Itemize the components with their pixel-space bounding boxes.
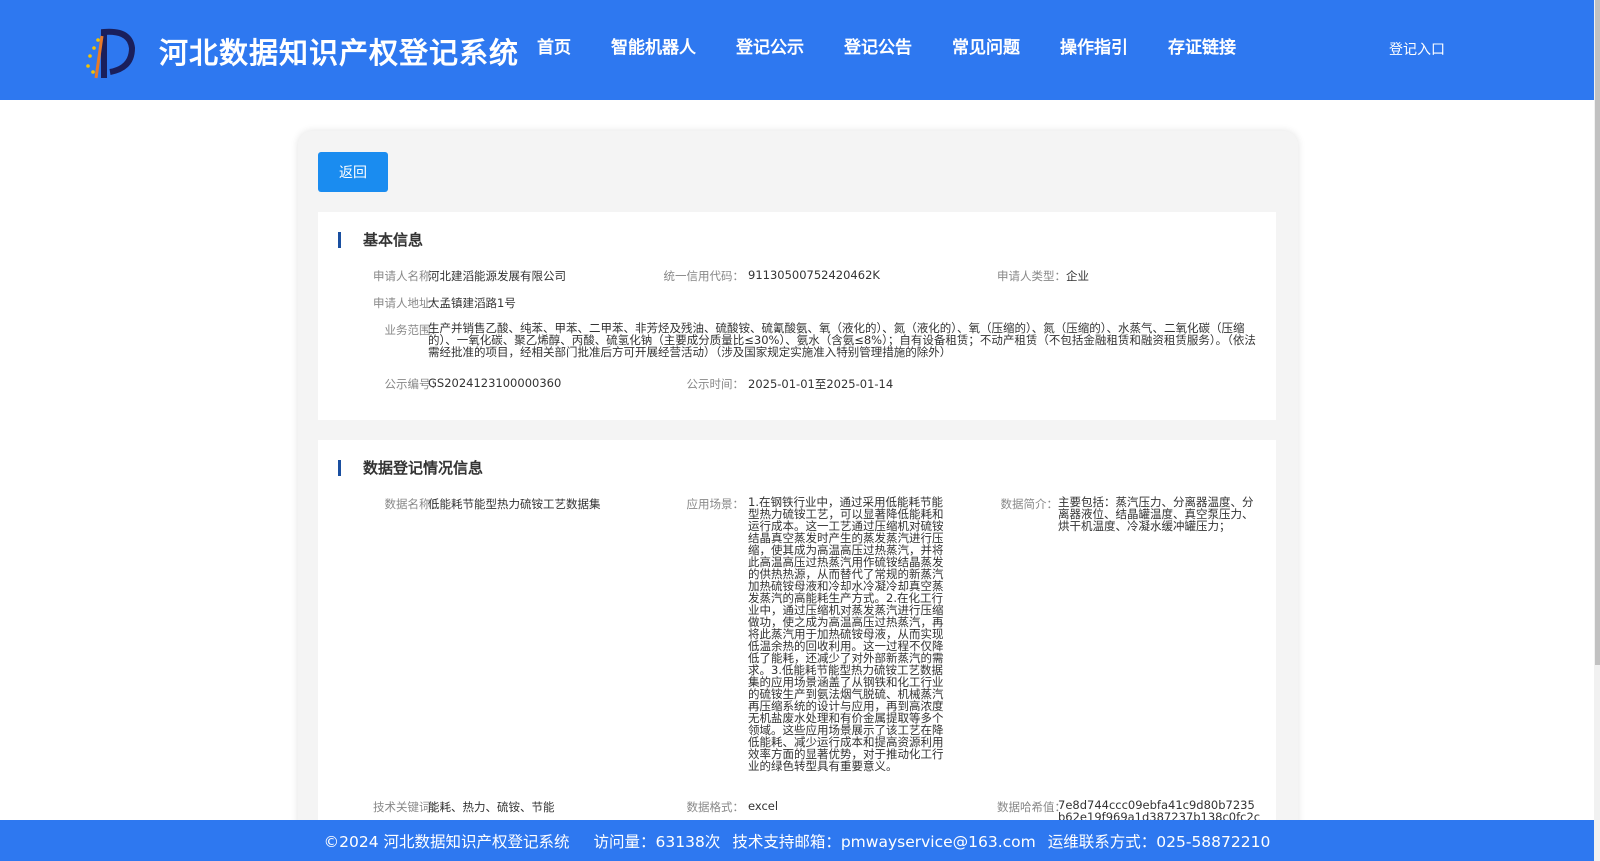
main-nav: 首页 智能机器人 登记公示 登记公告 常见问题 操作指引 存证链接 [537, 36, 1276, 60]
applicant-name-value: 河北建滔能源发展有限公司 [428, 269, 566, 283]
footer-copyright: ©2024 河北数据知识产权登记系统 [323, 832, 570, 851]
summary-value: 主要包括：蒸汽压力、分离器温度、分离器液位、结晶罐温度、真空泵压力、烘干机温度、… [1058, 495, 1254, 533]
nav-item-faq[interactable]: 常见问题 [952, 36, 1020, 60]
nav-item-registration-publicity[interactable]: 登记公示 [736, 36, 804, 60]
footer-bar: ©2024 河北数据知识产权登记系统 访问量：63138次 技术支持邮箱：pmw… [0, 820, 1594, 861]
data-format-value: excel [748, 799, 779, 813]
back-button[interactable]: 返回 [318, 152, 388, 192]
nav-item-guide[interactable]: 操作指引 [1060, 36, 1128, 60]
basic-info-panel: 基本信息 申请人名称： 河北建滔能源发展有限公司 统一信用代码： 9113050… [318, 212, 1276, 420]
data-registration-title: 数据登记情况信息 [338, 460, 483, 476]
nav-item-home[interactable]: 首页 [537, 36, 571, 60]
scenario-label: 应用场景： [686, 497, 745, 511]
nav-item-robot[interactable]: 智能机器人 [611, 36, 696, 60]
site-title: 河北数据知识产权登记系统 [159, 36, 520, 70]
basic-info-title: 基本信息 [338, 232, 423, 248]
nav-item-evidence-link[interactable]: 存证链接 [1168, 36, 1236, 60]
login-link[interactable]: 登记入口 [1389, 39, 1445, 59]
notice-time-label: 公示时间： [686, 377, 745, 391]
data-format-label: 数据格式： [686, 800, 745, 814]
keywords-value: 能耗、热力、硫铵、节能 [428, 800, 555, 814]
credit-code-value: 91130500752420462K [748, 268, 880, 282]
nav-item-registration-announcement[interactable]: 登记公告 [844, 36, 912, 60]
business-scope-value: 生产并销售乙酸、纯苯、甲苯、二甲苯、非芳烃及残油、硫酸铵、硫氰酸氨、氧（液化的）… [428, 321, 1256, 359]
footer-visit-count: 访问量：63138次 [593, 832, 721, 851]
notice-number-value: GS2024123100000360 [428, 376, 562, 390]
applicant-type-value: 企业 [1066, 269, 1089, 283]
data-name-value: 低能耗节能型热力硫铵工艺数据集 [428, 497, 601, 511]
summary-label: 数据简介： [1000, 497, 1059, 511]
data-hash-label: 数据哈希值： [997, 800, 1066, 814]
scrollbar-thumb[interactable] [1595, 0, 1600, 665]
credit-code-label: 统一信用代码： [663, 269, 745, 283]
data-registration-panel: 数据登记情况信息 数据名称： 低能耗节能型热力硫铵工艺数据集 应用场景： 1.在… [318, 440, 1276, 861]
applicant-type-label: 申请人类型： [997, 269, 1066, 283]
logo-icon [86, 28, 136, 79]
footer-contact-phone: 运维联系方式：025-58872210 [1047, 832, 1271, 851]
address-value: 大孟镇建滔路1号 [428, 296, 516, 310]
footer-support-email: 技术支持邮箱：pmwayservice@163.com [732, 832, 1036, 851]
scenario-value: 1.在钢铁行业中，通过采用低能耗节能型热力硫铵工艺，可以显著降低能耗和运行成本。… [748, 495, 944, 773]
notice-time-value: 2025-01-01至2025-01-14 [748, 377, 894, 391]
